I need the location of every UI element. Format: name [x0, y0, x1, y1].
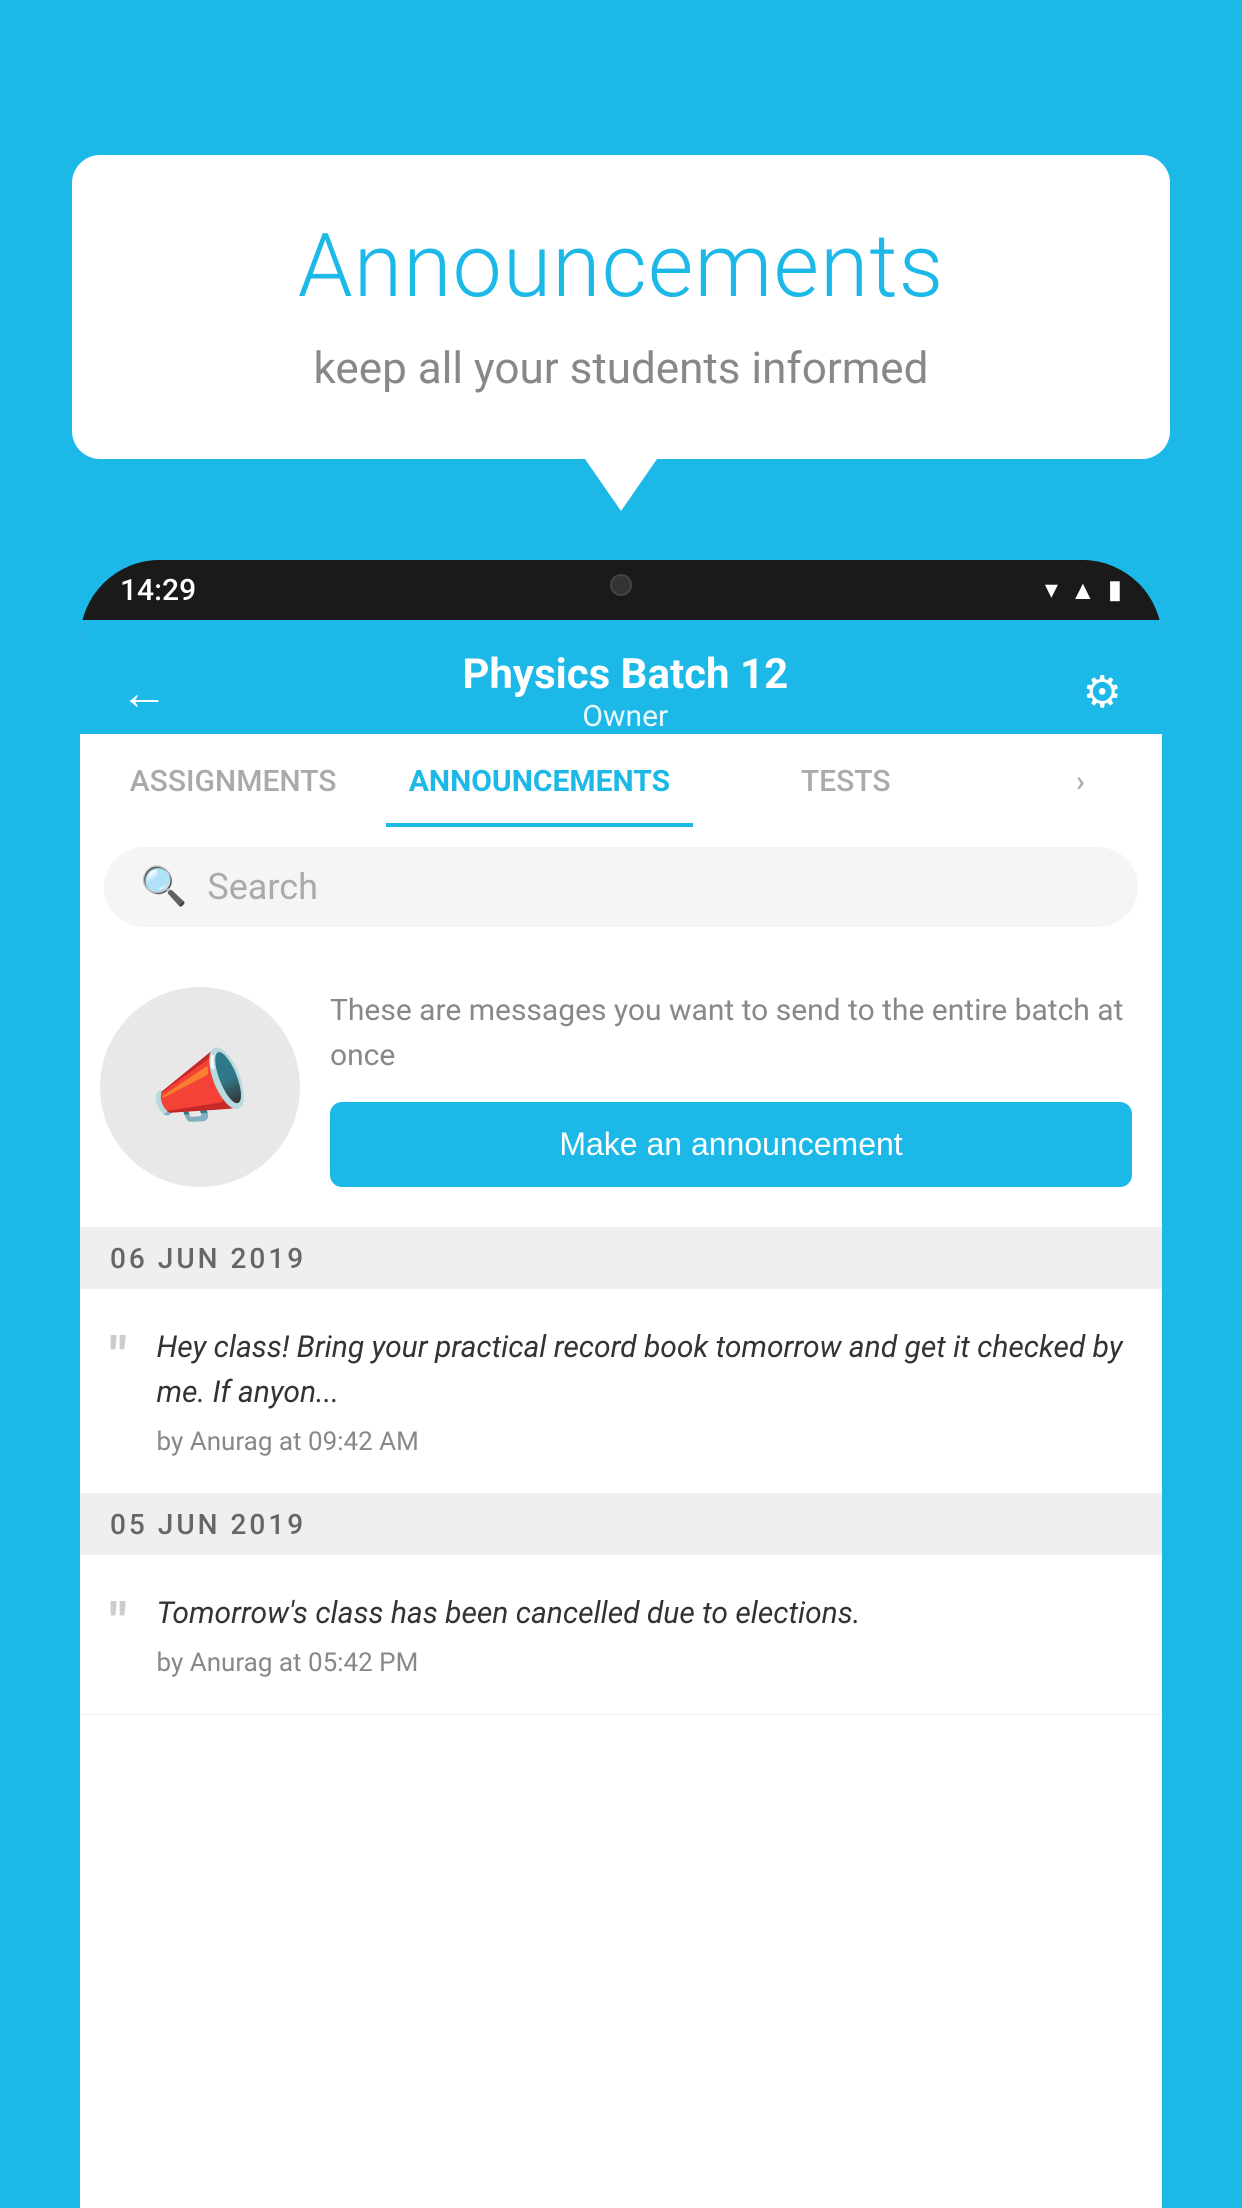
camera-dot: [610, 574, 632, 596]
phone-notch: [531, 560, 711, 610]
scroll-content[interactable]: 🔍 Search 📣 These are messages you want t…: [80, 827, 1162, 2208]
header-title: Physics Batch 12: [462, 650, 788, 699]
announcement-item-2[interactable]: " Tomorrow's class has been cancelled du…: [80, 1555, 1162, 1715]
bubble-subtitle: keep all your students informed: [152, 342, 1090, 394]
tab-announcements[interactable]: ANNOUNCEMENTS: [386, 734, 692, 827]
announcement-meta-1: by Anurag at 09:42 AM: [157, 1427, 1132, 1457]
speech-bubble-section: Announcements keep all your students inf…: [72, 155, 1170, 511]
back-button[interactable]: ←: [120, 664, 168, 721]
header-title-group: Physics Batch 12 Owner: [462, 650, 788, 734]
make-announcement-button[interactable]: Make an announcement: [330, 1102, 1132, 1187]
quote-icon-2: ": [110, 1597, 127, 1649]
search-bar[interactable]: 🔍 Search: [104, 847, 1138, 927]
cta-section: 📣 These are messages you want to send to…: [80, 947, 1162, 1228]
bubble-arrow: [585, 459, 657, 511]
status-icons: ▾ ▲ ▮: [1045, 575, 1122, 606]
settings-icon[interactable]: ⚙: [1083, 666, 1122, 718]
speech-bubble-card: Announcements keep all your students inf…: [72, 155, 1170, 459]
cta-right: These are messages you want to send to t…: [330, 988, 1132, 1187]
tab-tests[interactable]: TESTS: [693, 734, 999, 827]
announcement-content-2: Tomorrow's class has been cancelled due …: [157, 1591, 1132, 1678]
date-separator-1: 06 JUN 2019: [80, 1228, 1162, 1289]
phone-frame: 14:29 ▾ ▲ ▮ ← Physics Batch 12 Owner ⚙ A…: [80, 560, 1162, 2208]
battery-icon: ▮: [1108, 575, 1122, 605]
cta-icon-circle: 📣: [100, 987, 300, 1187]
bubble-title: Announcements: [152, 215, 1090, 318]
header-subtitle: Owner: [462, 699, 788, 734]
tab-bar: ASSIGNMENTS ANNOUNCEMENTS TESTS ›: [80, 734, 1162, 827]
wifi-icon: ▾: [1045, 575, 1058, 605]
announcement-meta-2: by Anurag at 05:42 PM: [157, 1648, 1132, 1678]
tab-assignments[interactable]: ASSIGNMENTS: [80, 734, 386, 827]
search-icon: 🔍: [140, 865, 187, 909]
search-input[interactable]: Search: [207, 866, 318, 908]
date-separator-2: 05 JUN 2019: [80, 1494, 1162, 1555]
quote-icon-1: ": [110, 1331, 127, 1383]
status-time: 14:29: [120, 573, 196, 608]
cta-description: These are messages you want to send to t…: [330, 988, 1132, 1078]
search-container: 🔍 Search: [80, 827, 1162, 947]
announcement-text-1: Hey class! Bring your practical record b…: [157, 1325, 1132, 1415]
signal-icon: ▲: [1070, 575, 1096, 606]
status-bar: 14:29 ▾ ▲ ▮: [80, 560, 1162, 620]
announcement-content-1: Hey class! Bring your practical record b…: [157, 1325, 1132, 1457]
announcement-text-2: Tomorrow's class has been cancelled due …: [157, 1591, 1132, 1636]
phone-screen: ← Physics Batch 12 Owner ⚙ ASSIGNMENTS A…: [80, 620, 1162, 2208]
app-header: ← Physics Batch 12 Owner ⚙: [80, 620, 1162, 734]
megaphone-icon: 📣: [150, 1040, 250, 1134]
tab-more[interactable]: ›: [999, 734, 1162, 827]
announcement-item-1[interactable]: " Hey class! Bring your practical record…: [80, 1289, 1162, 1494]
